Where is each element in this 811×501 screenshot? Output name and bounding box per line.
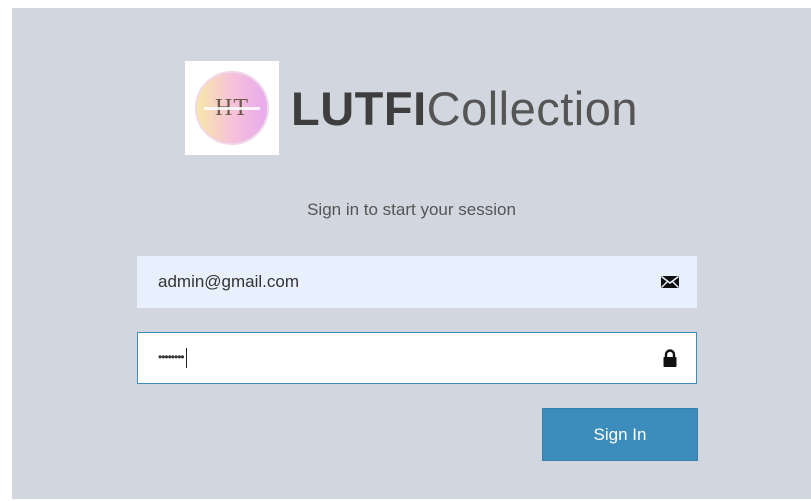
envelope-icon [660,272,680,292]
password-dots: •••••••• [158,350,185,364]
brand-logo: HT [185,61,279,155]
logo-header: HT LUTFICollection [185,60,638,156]
login-page: HT LUTFICollection Sign in to start your… [12,8,811,499]
sign-in-button[interactable]: Sign In [542,408,698,461]
brand-name: LUTFICollection [291,81,638,136]
password-value[interactable]: •••••••• [158,333,187,381]
email-value[interactable]: admin@gmail.com [158,257,299,307]
password-field[interactable]: •••••••• [137,332,697,384]
login-box-message: Sign in to start your session [307,200,516,219]
lock-icon [660,348,680,368]
email-field[interactable]: admin@gmail.com [137,256,697,308]
brand-name-bold: LUTFI [291,81,427,135]
brand-name-light: Collection [426,81,639,135]
text-cursor [185,347,187,368]
